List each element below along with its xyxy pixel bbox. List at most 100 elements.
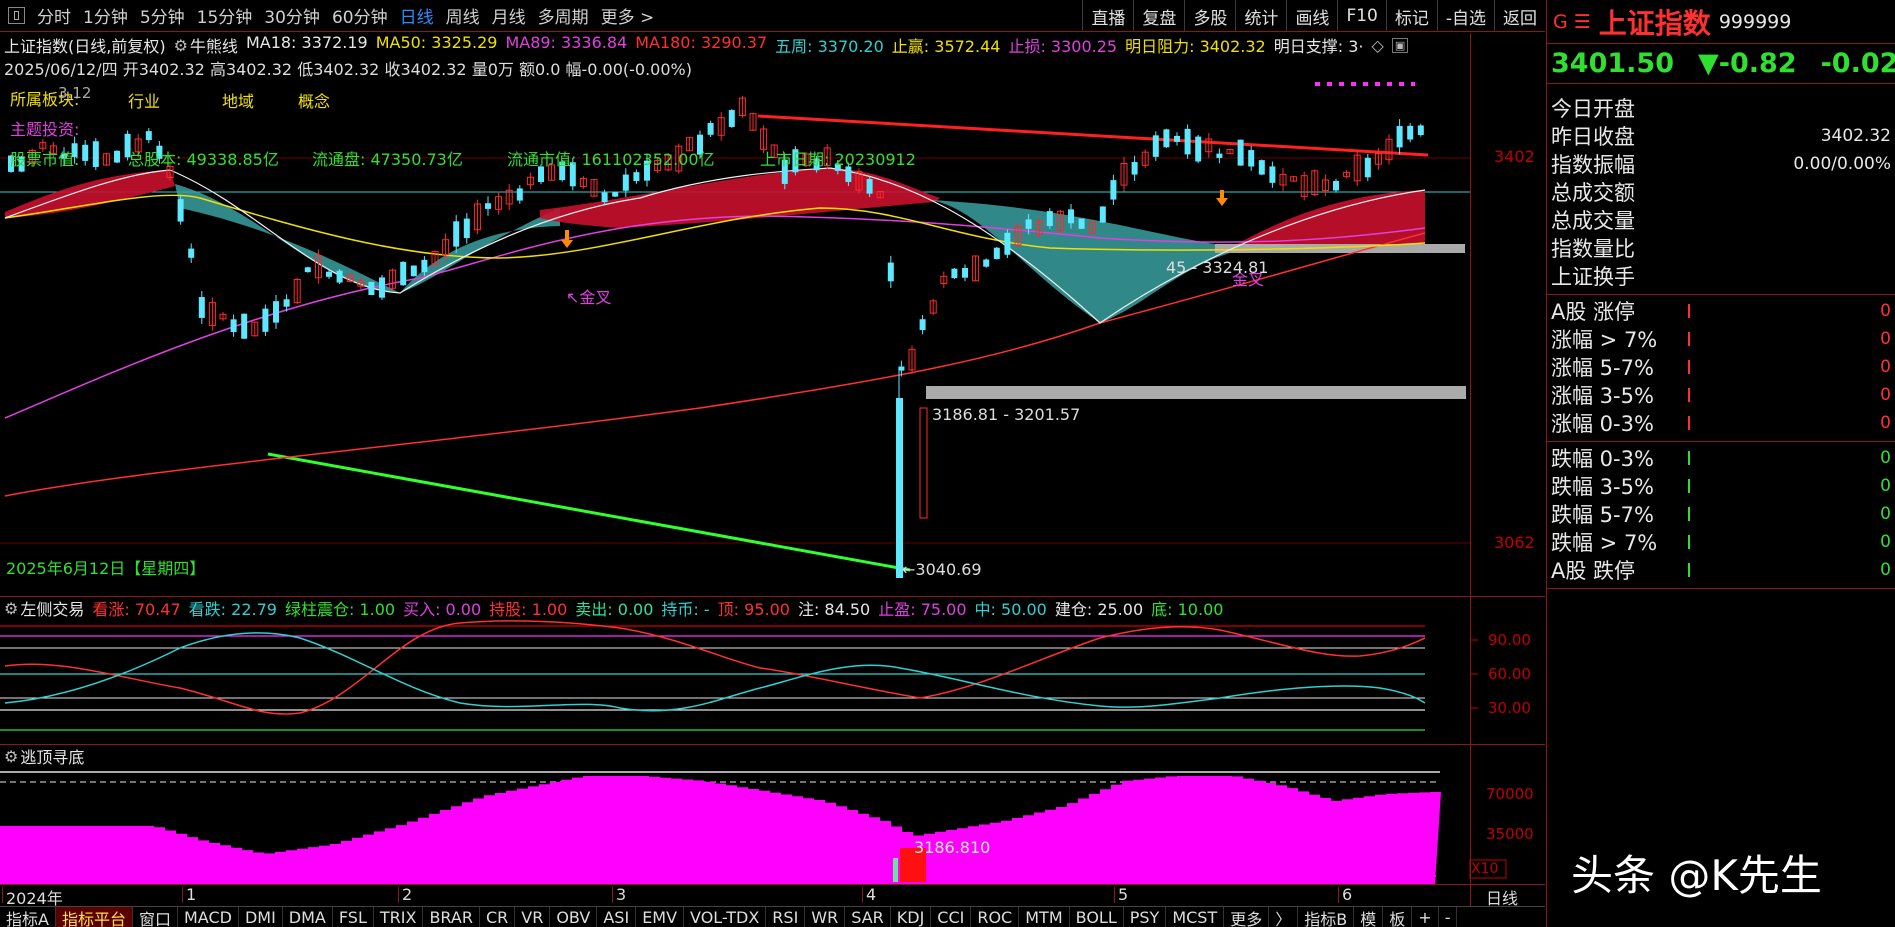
candle-body-96 — [1025, 219, 1032, 229]
indicator-tab-17[interactable]: SAR — [845, 907, 891, 927]
ma-value-1: MA50: 3325.29 — [375, 33, 498, 52]
quote-price-row: 3401.50 ▼-0.82 -0.02% — [1547, 44, 1895, 84]
candle-body-13 — [145, 131, 152, 141]
expand-icon[interactable]: ◇ — [1372, 36, 1384, 55]
indicator-tab-24[interactable]: MCST — [1166, 907, 1225, 927]
window-toggle-icon[interactable] — [8, 7, 25, 24]
period-tab-2[interactable]: 5分钟 — [134, 3, 191, 28]
toolbar-button-0[interactable]: 直播 — [1082, 0, 1133, 32]
tab-region[interactable]: 地域 — [222, 88, 254, 112]
indicator-tab-5[interactable]: DMA — [283, 907, 333, 927]
indicator-tab-23[interactable]: PSY — [1124, 907, 1167, 927]
indicator-tab-27[interactable]: 指标B — [1298, 907, 1355, 927]
indicator-tab-6[interactable]: FSL — [333, 907, 374, 927]
indicator-tab-19[interactable]: CCI — [931, 907, 972, 927]
candle-body-92 — [983, 259, 990, 267]
indicator-tab-10[interactable]: VR — [515, 907, 551, 927]
period-tab-3[interactable]: 15分钟 — [191, 3, 259, 28]
indicator-tab-0[interactable]: 指标A — [0, 907, 56, 927]
toolbar-button-5[interactable]: F10 — [1337, 0, 1385, 32]
rows_up-label-2: 涨幅 5-7% — [1551, 356, 1654, 380]
indicator-name: 牛熊线 — [189, 37, 238, 56]
indicator-tab-18[interactable]: KDJ — [891, 907, 932, 927]
price-change-pct: -0.02% — [1820, 48, 1895, 79]
rows_down-bar-1 — [1688, 479, 1691, 493]
indicator-tab-15[interactable]: RSI — [766, 907, 806, 927]
period-tab-0[interactable]: 分时 — [31, 3, 77, 28]
candle-body-132 — [1407, 125, 1414, 140]
toolbar-button-1[interactable]: 复盘 — [1133, 0, 1184, 32]
rows_up-label-1: 涨幅 > 7% — [1551, 328, 1658, 352]
indicator-tab-9[interactable]: CR — [480, 907, 516, 927]
rows_down-row-4: A股 跌停 0 — [1547, 556, 1895, 584]
period-tab-8[interactable]: 月线 — [486, 3, 532, 28]
left-trade-value-7: 顶: 95.00 — [717, 600, 790, 619]
indicator-tab-31[interactable]: - — [1439, 907, 1458, 927]
tab-concept[interactable]: 概念 — [298, 88, 330, 112]
close-icon[interactable]: ▣ — [1391, 37, 1409, 53]
top-bottom-area — [0, 776, 1441, 884]
tab-industry[interactable]: 行业 — [128, 88, 160, 112]
indicator-tab-16[interactable]: WR — [805, 907, 846, 927]
bottom-signal-bar-2 — [893, 858, 898, 882]
indicator-tab-29[interactable]: 板 — [1383, 907, 1413, 927]
panel-gear-icon[interactable]: ⚙ — [4, 599, 18, 618]
panel3-gear-icon[interactable]: ⚙ — [4, 747, 18, 766]
ma-value-7: 明日阻力: 3402.32 — [1125, 37, 1266, 56]
panel2-tick-2: 30.00 — [1488, 699, 1531, 717]
indicator-tab-12[interactable]: ASI — [597, 907, 637, 927]
indicator-tab-22[interactable]: BOLL — [1070, 907, 1124, 927]
indicator-tab-26[interactable]: 〉 — [1269, 907, 1299, 927]
toolbar-button-7[interactable]: -自选 — [1436, 0, 1494, 32]
toolbar-button-3[interactable]: 统计 — [1235, 0, 1286, 32]
period-tab-9[interactable]: 多周期 — [532, 3, 595, 28]
toolbar-button-4[interactable]: 画线 — [1286, 0, 1337, 32]
candle-body-86 — [919, 319, 926, 331]
stock-value: 股票市值: — [10, 150, 80, 169]
date-tick-mark-1 — [182, 887, 183, 903]
toolbar-button-8[interactable]: 返回 — [1494, 0, 1545, 32]
indicator-tab-2[interactable]: 窗口 — [133, 907, 178, 927]
indicator-tab-7[interactable]: TRIX — [374, 907, 424, 927]
candle-body-30 — [326, 271, 332, 277]
left-trade-chart[interactable]: 90.00 60.00 30.00 — [0, 618, 1545, 742]
left-trade-value-9: 止盈: 75.00 — [878, 600, 967, 619]
period-tab-1[interactable]: 1分钟 — [77, 3, 134, 28]
candle-body-119 — [1269, 166, 1276, 183]
ma-value-5: 止赢: 3572.44 — [891, 37, 1001, 56]
period-tab-10[interactable]: 更多 > — [595, 3, 661, 28]
code-mark[interactable]: G ☰ — [1553, 11, 1591, 33]
indicator-tab-8[interactable]: BRAR — [423, 907, 480, 927]
indicator-tab-28[interactable]: 模 — [1354, 907, 1384, 927]
top-bottom-chart[interactable]: 70000 35000 X10 — [0, 766, 1545, 884]
indicator-tab-30[interactable]: + — [1412, 907, 1439, 927]
indicator-tab-13[interactable]: EMV — [636, 907, 685, 927]
period-tab-7[interactable]: 周线 — [440, 3, 486, 28]
period-tab-6[interactable]: 日线 — [394, 3, 440, 28]
candle-body-128 — [1364, 157, 1371, 178]
candle-body-35 — [379, 277, 385, 298]
left-trade-value-6: 持币: - — [661, 600, 710, 619]
gear-icon[interactable]: ⚙ — [174, 36, 188, 55]
indicator-tab-4[interactable]: DMI — [239, 907, 283, 927]
candle-body-38 — [410, 265, 417, 277]
period-tab-4[interactable]: 30分钟 — [258, 3, 326, 28]
indicator-tab-25[interactable]: 更多 — [1224, 907, 1270, 927]
indicator-tab-20[interactable]: ROC — [971, 907, 1020, 927]
sector-value: 3.12 — [58, 84, 92, 102]
candle-body-8 — [92, 141, 99, 167]
candle-body-59 — [633, 172, 640, 182]
indicator-tab-14[interactable]: VOL-TDX — [684, 907, 767, 927]
rows_up-label-3: 涨幅 3-5% — [1551, 384, 1654, 408]
candle-body-21 — [230, 319, 237, 333]
candle-body-93 — [993, 247, 1000, 259]
indicator-tab-21[interactable]: MTM — [1019, 907, 1070, 927]
indicator-tab-11[interactable]: OBV — [550, 907, 598, 927]
indicator-tab-1[interactable]: 指标平台 — [55, 907, 133, 927]
period-tab-5[interactable]: 60分钟 — [326, 3, 394, 28]
rows_down-value-4: 0 — [1880, 560, 1891, 580]
indicator-tab-3[interactable]: MACD — [178, 907, 239, 927]
ma-value-6: 止损: 3300.25 — [1008, 37, 1118, 56]
toolbar-button-6[interactable]: 标记 — [1385, 0, 1437, 32]
toolbar-button-2[interactable]: 多股 — [1184, 0, 1235, 32]
